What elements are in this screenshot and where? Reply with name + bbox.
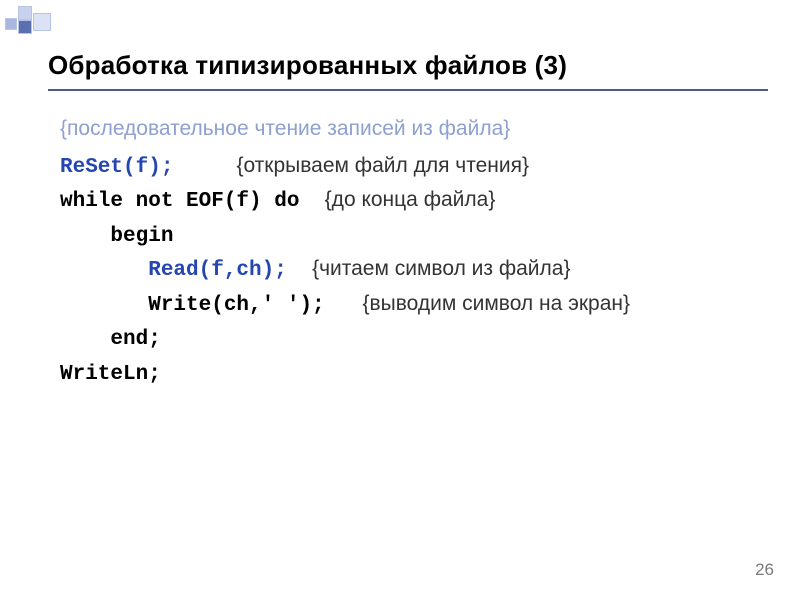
subtitle-comment: {последовательное чтение записей из файл… xyxy=(60,113,760,146)
slide-title: Обработка типизированных файлов (3) xyxy=(48,50,760,81)
page-number: 26 xyxy=(755,560,774,580)
code: begin xyxy=(60,225,173,248)
code-comment: {читаем символ из файла} xyxy=(312,257,570,280)
pad xyxy=(287,259,312,282)
deco-square xyxy=(18,6,32,20)
deco-square xyxy=(33,13,51,31)
code-line: Read(f,ch); {читаем символ из файла} xyxy=(60,253,760,288)
title-rule xyxy=(48,89,768,91)
code-line: WriteLn; xyxy=(60,357,760,392)
code-hl: ReSet(f); xyxy=(60,156,173,179)
code: WriteLn; xyxy=(60,363,161,386)
pad xyxy=(173,156,236,179)
slide-content: Обработка типизированных файлов (3) {пос… xyxy=(0,0,800,391)
indent xyxy=(60,259,148,282)
code-hl: Read(f,ch); xyxy=(148,259,287,282)
code-line: Write(ch,' '); {выводим символ на экран} xyxy=(60,288,760,323)
code: end; xyxy=(60,328,161,351)
code: while not EOF(f) do xyxy=(60,190,299,213)
code-comment: {выводим символ на экран} xyxy=(362,292,630,315)
deco-square xyxy=(5,18,17,30)
code-line: end; xyxy=(60,322,760,357)
deco-square xyxy=(18,20,32,34)
code-line: while not EOF(f) do {до конца файла} xyxy=(60,184,760,219)
pad xyxy=(299,190,324,213)
pad xyxy=(325,294,363,317)
code: Write(ch,' '); xyxy=(60,294,325,317)
corner-decoration xyxy=(0,0,90,40)
code-line: ReSet(f); {открываем файл для чтения} xyxy=(60,150,760,185)
code-comment: {до конца файла} xyxy=(325,188,496,211)
code-line: begin xyxy=(60,219,760,254)
slide-body: {последовательное чтение записей из файл… xyxy=(48,113,760,391)
code-comment: {открываем файл для чтения} xyxy=(236,154,529,177)
